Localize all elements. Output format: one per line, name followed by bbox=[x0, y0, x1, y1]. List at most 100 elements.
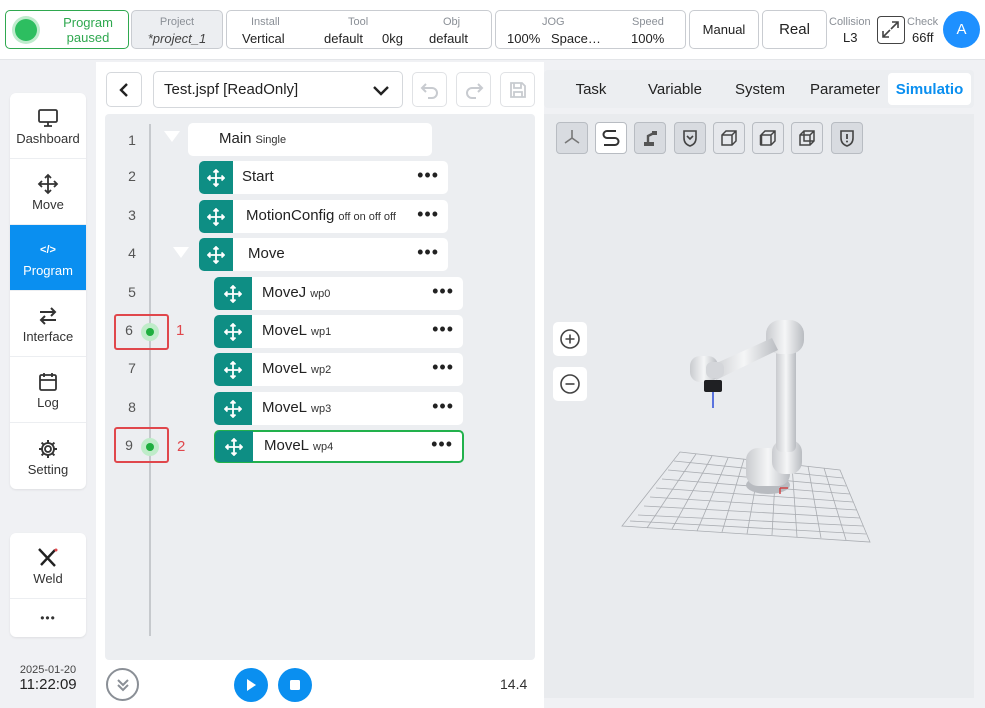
annotation-label-2: 2 bbox=[177, 438, 186, 455]
top-status-bar: Program paused Project *project_1 Instal… bbox=[0, 0, 985, 60]
nav-dashboard[interactable]: Dashboard bbox=[10, 93, 86, 159]
nav-log[interactable]: Log bbox=[10, 357, 86, 423]
nav-interface[interactable]: Interface bbox=[10, 291, 86, 357]
safety-shield-icon[interactable] bbox=[674, 122, 706, 154]
node-more-button[interactable]: ••• bbox=[432, 396, 454, 417]
jog-speed-group[interactable]: JOG 100% Space… Speed 100% bbox=[495, 10, 686, 49]
obj-value: default bbox=[429, 31, 469, 46]
undo-button[interactable] bbox=[412, 72, 447, 107]
drag-handle-icon[interactable] bbox=[215, 431, 253, 462]
nav-program[interactable]: </> Program bbox=[10, 225, 86, 291]
program-node-movej-wp0[interactable]: MoveJ wp0 ••• bbox=[214, 277, 463, 310]
program-node-motionconfig[interactable]: MotionConfig off on off off ••• bbox=[199, 200, 448, 233]
more-icon[interactable]: ••• bbox=[10, 599, 86, 637]
node-name: Move bbox=[248, 245, 285, 262]
line-number: 1 bbox=[128, 132, 136, 148]
weld-torch-icon bbox=[35, 545, 61, 571]
play-button[interactable] bbox=[234, 668, 268, 702]
nav-move[interactable]: Move bbox=[10, 159, 86, 225]
scroll-to-current-button[interactable] bbox=[106, 668, 139, 701]
check-label: Check bbox=[907, 16, 939, 28]
install-value: Vertical bbox=[242, 31, 285, 46]
jog-label: JOG bbox=[542, 16, 565, 28]
program-node-movel-wp2[interactable]: MoveL wp2 ••• bbox=[214, 353, 463, 386]
save-button[interactable] bbox=[500, 72, 535, 107]
program-tree[interactable] bbox=[105, 114, 535, 660]
tab-system[interactable]: System bbox=[720, 70, 800, 108]
program-node-movel-wp1[interactable]: MoveL wp1 ••• bbox=[214, 315, 463, 348]
nav-setting[interactable]: Setting bbox=[10, 423, 86, 489]
node-more-button[interactable]: ••• bbox=[432, 357, 454, 378]
robot-3d-scene[interactable] bbox=[600, 300, 890, 560]
node-more-button[interactable]: ••• bbox=[432, 281, 454, 302]
drag-handle-icon[interactable] bbox=[199, 200, 233, 233]
main-nav: Dashboard Move </> Program Interface Log… bbox=[10, 93, 86, 489]
user-avatar[interactable]: A bbox=[943, 11, 980, 48]
node-more-button[interactable]: ••• bbox=[417, 242, 439, 263]
stop-button[interactable] bbox=[278, 668, 312, 702]
back-button[interactable] bbox=[106, 72, 142, 107]
collapse-caret-icon[interactable] bbox=[164, 131, 180, 142]
move-arrows-icon bbox=[37, 171, 59, 197]
program-node-move[interactable]: Move ••• bbox=[199, 238, 448, 271]
node-sub: wp3 bbox=[311, 403, 332, 415]
node-name: MoveL bbox=[262, 322, 308, 339]
status-line1: Program bbox=[63, 15, 113, 30]
robot-arm bbox=[690, 320, 804, 494]
collapse-caret-icon[interactable] bbox=[173, 247, 189, 258]
node-name: MoveL bbox=[262, 399, 308, 416]
cube-top-view-icon[interactable] bbox=[791, 122, 823, 154]
node-name: MoveL bbox=[264, 437, 310, 454]
program-node-main[interactable]: Main Single bbox=[188, 123, 432, 156]
line-number: 3 bbox=[128, 207, 136, 223]
tab-task[interactable]: Task bbox=[552, 70, 630, 108]
zoom-in-icon bbox=[560, 329, 580, 349]
zoom-in-button[interactable] bbox=[553, 322, 587, 356]
drag-handle-icon[interactable] bbox=[214, 392, 252, 425]
project-selector[interactable]: Project *project_1 bbox=[131, 10, 223, 49]
real-env-button[interactable]: Real bbox=[762, 10, 827, 49]
tab-variable[interactable]: Variable bbox=[634, 70, 716, 108]
chevron-down-icon bbox=[373, 86, 389, 96]
node-more-button[interactable]: ••• bbox=[431, 434, 453, 455]
monitor-icon bbox=[37, 105, 59, 131]
trajectory-icon[interactable] bbox=[595, 122, 627, 154]
nav-program-label: Program bbox=[23, 263, 73, 278]
line-number: 8 bbox=[128, 399, 136, 415]
tab-simulation[interactable]: Simulatio bbox=[888, 73, 971, 105]
redo-icon bbox=[465, 82, 483, 99]
node-more-button[interactable]: ••• bbox=[417, 165, 439, 186]
cube-front-view-icon[interactable] bbox=[713, 122, 745, 154]
program-node-movel-wp4[interactable]: MoveL wp4 ••• bbox=[214, 430, 464, 463]
node-sub: off on off off bbox=[338, 211, 396, 223]
zoom-value: 14.4 bbox=[500, 676, 528, 692]
status-line2: paused bbox=[66, 30, 110, 45]
program-node-movel-wp3[interactable]: MoveL wp3 ••• bbox=[214, 392, 463, 425]
drag-handle-icon[interactable] bbox=[214, 315, 252, 348]
node-sub: Single bbox=[255, 134, 287, 146]
annotation-box-2 bbox=[114, 427, 169, 463]
tab-parameter[interactable]: Parameter bbox=[804, 70, 886, 108]
node-more-button[interactable]: ••• bbox=[432, 319, 454, 340]
cube-side-view-icon[interactable] bbox=[752, 122, 784, 154]
drag-handle-icon[interactable] bbox=[199, 161, 233, 194]
warning-shield-icon[interactable] bbox=[831, 122, 863, 154]
project-name: *project_1 bbox=[147, 31, 207, 46]
install-tool-obj-group[interactable]: Install Vertical Tool default 0kg Obj de… bbox=[226, 10, 492, 49]
redo-button[interactable] bbox=[456, 72, 491, 107]
nav-weld[interactable]: Weld bbox=[10, 533, 86, 599]
manual-mode-button[interactable]: Manual bbox=[689, 10, 759, 49]
program-status-button[interactable]: Program paused bbox=[5, 10, 129, 49]
axis-view-icon[interactable] bbox=[556, 122, 588, 154]
drag-handle-icon[interactable] bbox=[199, 238, 233, 271]
drag-handle-icon[interactable] bbox=[214, 277, 252, 310]
node-more-button[interactable]: ••• bbox=[417, 204, 439, 225]
program-file-name: Test.jspf [ReadOnly] bbox=[164, 81, 299, 98]
calendar-icon bbox=[37, 369, 59, 395]
robot-model-icon[interactable] bbox=[634, 122, 666, 154]
expand-icon[interactable] bbox=[877, 16, 905, 44]
program-file-select[interactable]: Test.jspf [ReadOnly] bbox=[153, 71, 403, 108]
drag-handle-icon[interactable] bbox=[214, 353, 252, 386]
program-node-start[interactable]: Start ••• bbox=[199, 161, 448, 194]
zoom-out-button[interactable] bbox=[553, 367, 587, 401]
